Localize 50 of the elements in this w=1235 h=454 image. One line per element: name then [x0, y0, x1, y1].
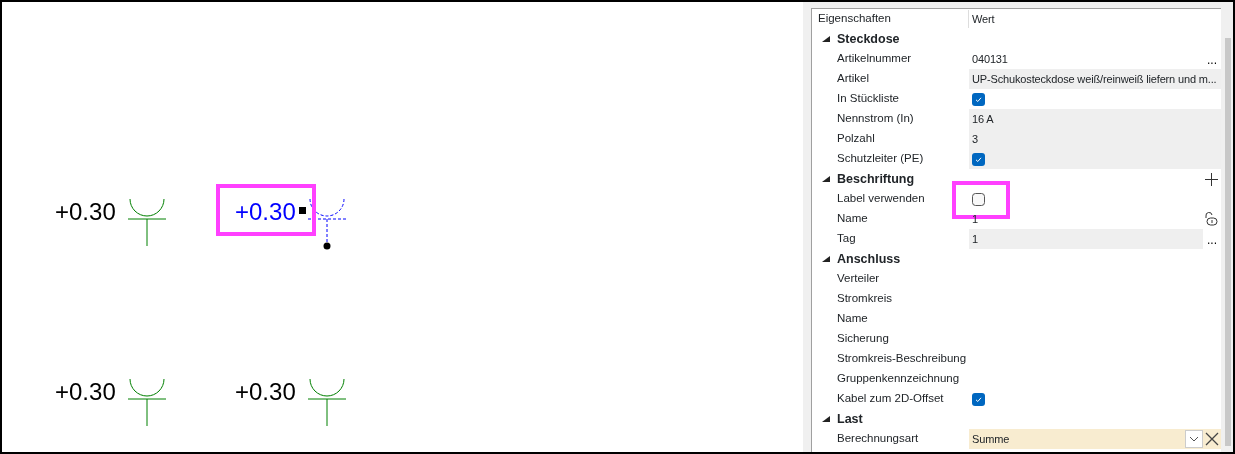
add-icon[interactable]	[1205, 172, 1218, 186]
socket-label: +0.30	[235, 378, 296, 406]
clear-icon[interactable]	[1205, 432, 1219, 446]
column-header: Wert	[971, 11, 996, 27]
socket-label: +0.30	[55, 378, 116, 406]
checkbox[interactable]	[972, 192, 985, 206]
property-value: 16 A	[972, 111, 994, 127]
property-label: Sicherung	[837, 331, 890, 347]
group-title: Anschluss	[837, 250, 902, 268]
property-label: Polzahl	[837, 131, 876, 147]
property-label: In Stückliste	[837, 91, 900, 107]
collapse-icon[interactable]	[822, 36, 830, 42]
ellipsis-button[interactable]: ...	[1205, 54, 1219, 66]
column-header: Eigenschaften	[812, 10, 969, 28]
property-label: Stromkreis	[837, 291, 893, 307]
property-label: Schutzleiter (PE)	[837, 151, 925, 167]
property-label: Verteiler	[837, 271, 881, 287]
property-label: Tag	[837, 231, 857, 247]
property-label: Kabel zum 2D-Offset	[837, 391, 945, 407]
group-title: Beschriftung	[837, 170, 916, 188]
ellipsis-button[interactable]: ...	[1205, 234, 1219, 246]
collapse-icon[interactable]	[822, 256, 830, 262]
property-label: Artikel	[837, 71, 870, 87]
lock-icon[interactable]	[1204, 212, 1218, 226]
property-label: Label verwenden	[837, 191, 926, 207]
group-title: Steckdose	[837, 30, 901, 48]
property-label: Nennstrom (In)	[837, 111, 915, 127]
checkbox[interactable]	[972, 92, 985, 106]
property-label: Name	[837, 311, 869, 327]
socket-label: +0.30	[55, 198, 116, 226]
property-value: 3	[972, 131, 978, 147]
checkbox[interactable]	[972, 152, 985, 166]
checkbox[interactable]	[972, 392, 985, 406]
socket-label: +0.30	[235, 198, 296, 226]
property-label: Artikelnummer	[837, 51, 913, 67]
dropdown-chevron-icon[interactable]	[1185, 430, 1203, 448]
property-label: Stromkreis-Beschreibung	[837, 351, 968, 367]
property-label: Berechnungsart	[837, 431, 920, 447]
collapse-icon[interactable]	[822, 176, 830, 182]
scrollbar-thumb[interactable]	[1225, 38, 1231, 446]
property-value[interactable]: 040131	[972, 50, 1008, 68]
property-label: Name	[837, 211, 869, 227]
property-value[interactable]: 1	[972, 210, 978, 228]
socket-symbol[interactable]	[298, 198, 348, 252]
collapse-icon[interactable]	[822, 416, 830, 422]
property-value: 1	[972, 231, 978, 247]
group-title: Last	[837, 410, 864, 428]
dropdown-value[interactable]: Summe	[972, 430, 1010, 448]
property-label: Gruppenkennzeichnung	[837, 371, 961, 387]
property-value: UP-Schukosteckdose weiß/reinweiß liefern und m...	[972, 71, 1217, 87]
